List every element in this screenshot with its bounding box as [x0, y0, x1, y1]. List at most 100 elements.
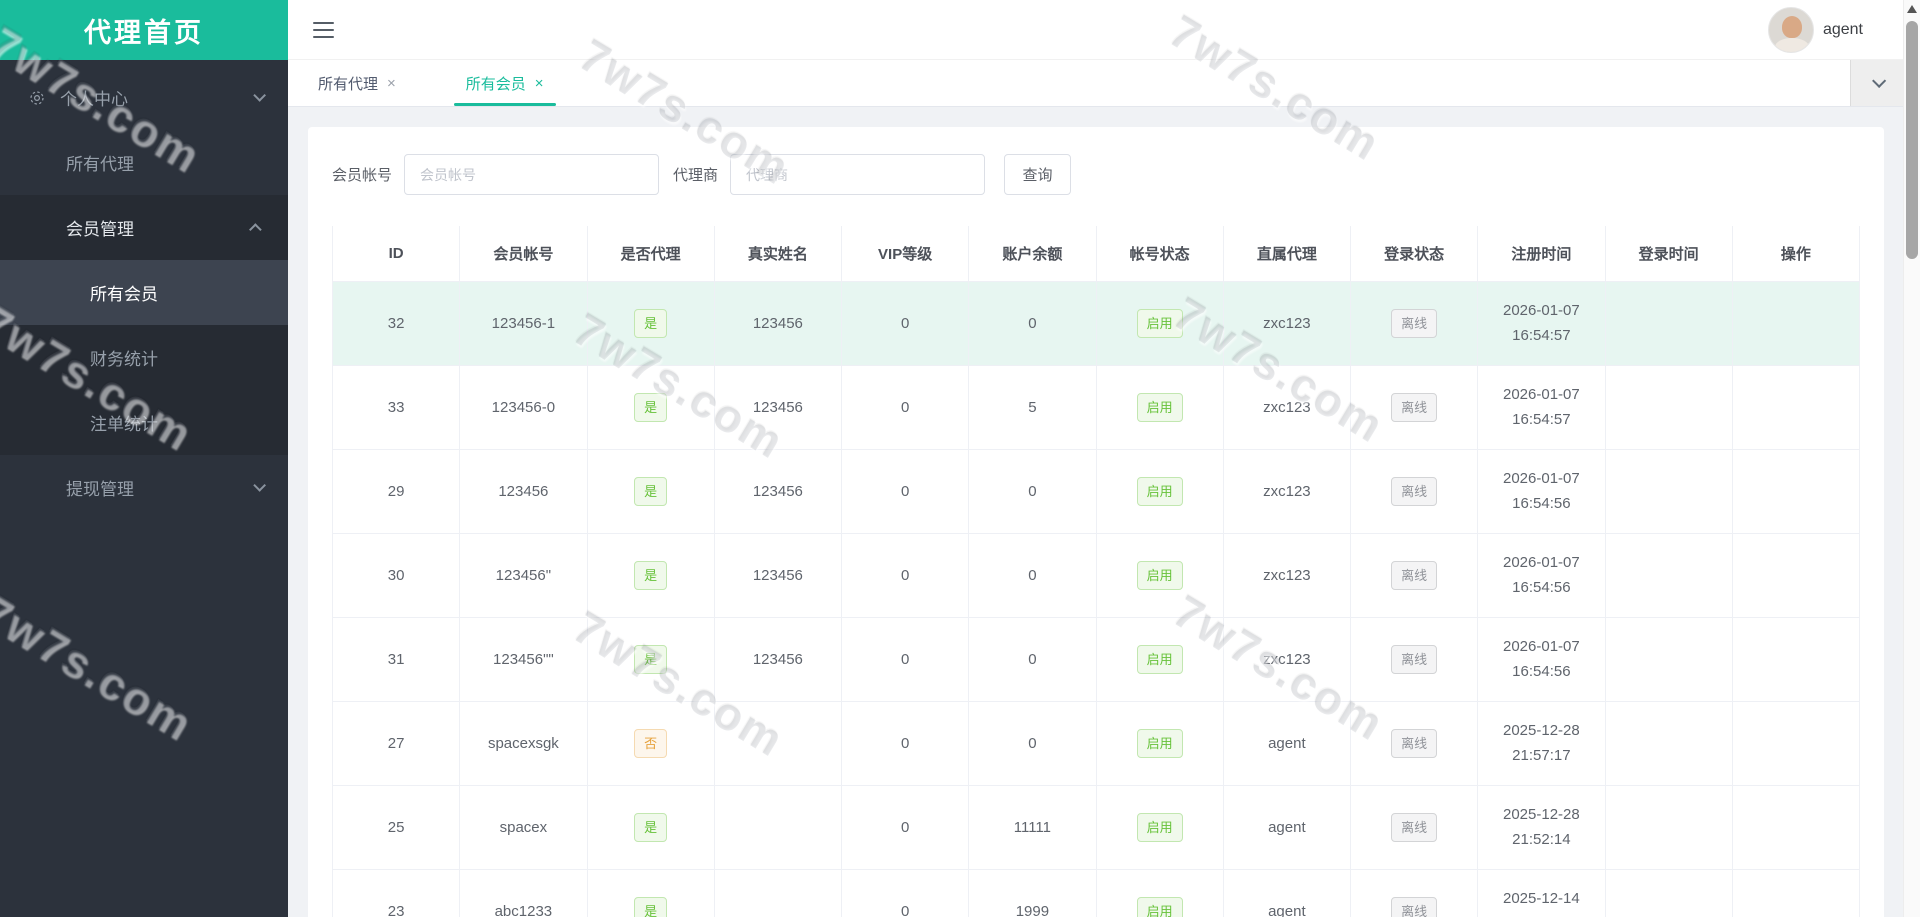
table-cell: 2026-01-07 16:54:56 — [1477, 449, 1606, 534]
table-cell: 0 — [840, 533, 970, 618]
username: agent — [1822, 21, 1863, 38]
table-cell: spacex — [459, 785, 588, 870]
member-account-input[interactable] — [404, 154, 660, 195]
table-cell: 123456 — [459, 449, 588, 534]
table-cell: 启用 — [1095, 533, 1224, 618]
tab-overflow-button[interactable] — [1850, 60, 1903, 106]
table-cell: 是 — [586, 281, 715, 366]
table-cell — [1604, 617, 1733, 702]
table-cell — [1604, 281, 1733, 366]
chevron-down-icon — [1872, 73, 1887, 88]
table-cell: 启用 — [1095, 785, 1224, 870]
table-cell: 123456 — [713, 365, 843, 450]
table-cell — [713, 785, 843, 870]
topbar: agent — [288, 0, 1903, 60]
status-badge: 是 — [634, 560, 668, 590]
table-cell: agent — [1222, 785, 1352, 870]
tab-all-agents[interactable]: 所有代理 × — [306, 60, 408, 106]
table-cell: 否 — [586, 701, 715, 786]
table-cell — [1604, 785, 1733, 870]
table-row[interactable]: 30 123456" 是 123456 0 0 启用 zxc123 离线 2026-01-07 16… — [331, 533, 1861, 618]
table-cell: zxc123 — [1222, 281, 1352, 366]
user-menu[interactable]: agent — [1767, 7, 1863, 53]
status-badge: 离线 — [1391, 476, 1438, 506]
close-icon[interactable]: × — [387, 75, 396, 92]
table-cell: 0 — [968, 701, 1097, 786]
table-row[interactable]: 33 123456-0 是 123456 0 5 启用 zxc123 离线 2026-01-07 1… — [331, 365, 1861, 450]
sidebar-item-label: 注单统计 — [90, 415, 158, 434]
status-badge: 离线 — [1391, 728, 1438, 758]
table-row[interactable]: 29 123456 是 123456 0 0 启用 zxc123 离线 2026-01-07 16:… — [331, 449, 1861, 534]
table-cell: zxc123 — [1222, 617, 1352, 702]
status-badge: 离线 — [1391, 308, 1438, 338]
hamburger-menu-icon[interactable] — [313, 22, 334, 38]
table-cell: 23 — [331, 869, 461, 917]
status-badge: 否 — [634, 728, 668, 758]
table-row[interactable]: 32 123456-1 是 123456 0 0 启用 zxc123 离线 2026-01-07 1… — [331, 281, 1861, 366]
table-cell: agent — [1222, 869, 1352, 917]
tab-all-members[interactable]: 所有会员 × — [453, 60, 556, 106]
table-cell: 0 — [968, 449, 1097, 534]
table-row[interactable]: 31 123456"" 是 123456 0 0 启用 zxc123 离线 2026-01-07 1… — [331, 617, 1861, 702]
table-cell — [1604, 869, 1733, 917]
table-cell: 0 — [840, 281, 970, 366]
table-cell: 是 — [586, 869, 715, 917]
table-cell: 0 — [840, 701, 970, 786]
tab-label: 所有会员 — [465, 75, 526, 93]
sidebar-item-bet-stats[interactable]: 注单统计 — [0, 390, 288, 455]
table-cell: 0 — [968, 617, 1097, 702]
column-header: 真实姓名 — [713, 226, 843, 282]
table-cell: 11111 — [968, 785, 1097, 870]
tab-list: 所有代理 × 所有会员 × — [306, 60, 556, 106]
status-badge: 离线 — [1391, 812, 1438, 842]
sidebar-item-label: 财务统计 — [90, 350, 158, 369]
status-badge: 是 — [634, 476, 668, 506]
table-cell: 5 — [968, 365, 1097, 450]
table-cell: agent — [1222, 701, 1352, 786]
table-cell: 0 — [968, 533, 1097, 618]
column-header: 直属代理 — [1222, 226, 1352, 282]
status-badge: 是 — [634, 308, 668, 338]
sidebar-item-finance-stats[interactable]: 财务统计 — [0, 325, 288, 390]
table-cell: 2026-01-07 16:54:57 — [1477, 281, 1606, 366]
table-cell: 29 — [331, 449, 461, 534]
scroll-up-arrow-icon[interactable] — [1907, 5, 1917, 13]
vertical-scrollbar[interactable] — [1903, 0, 1920, 917]
column-header: VIP等级 — [840, 226, 970, 282]
members-panel: 会员帐号 代理商 查询 ID会员帐号是否代理真实姓名VIP等级账户余额帐号状态直… — [308, 127, 1884, 917]
status-badge: 离线 — [1391, 896, 1438, 917]
sidebar-item-member-management[interactable]: 会员管理 — [0, 195, 288, 260]
status-badge: 启用 — [1136, 728, 1183, 758]
status-badge: 启用 — [1136, 896, 1183, 917]
status-badge: 启用 — [1136, 644, 1183, 674]
table-cell — [1731, 365, 1861, 450]
sidebar-item-personal-center[interactable]: 个人中心 — [0, 65, 288, 130]
table-cell — [713, 701, 843, 786]
close-icon[interactable]: × — [535, 75, 544, 92]
table-cell: 32 — [331, 281, 461, 366]
status-badge: 是 — [634, 812, 668, 842]
sidebar-item-withdrawal-management[interactable]: 提现管理 — [0, 455, 288, 520]
table-cell: 27 — [331, 701, 461, 786]
column-header: 注册时间 — [1477, 226, 1606, 282]
sidebar-nav: 个人中心 所有代理 会员管理 所有会员财务统计注单统计提现管理 — [0, 60, 288, 520]
agent-input[interactable] — [730, 154, 986, 195]
query-button[interactable]: 查询 — [1004, 154, 1072, 195]
table-cell: 123456-1 — [459, 281, 588, 366]
table-row[interactable]: 27 spacexsgk 否 0 0 启用 agent 离线 2025-12-28 21:57:1… — [331, 701, 1861, 786]
gear-icon — [28, 89, 46, 107]
table-row[interactable]: 23abc1233 是 01999 启用 agent 离线 2025-12-1416:57:… — [331, 869, 1861, 917]
scrollbar-thumb[interactable] — [1906, 21, 1918, 259]
members-table: ID 会员帐号 是否代理 真实姓名 VIP等级 账户余额 帐号状态 直属代理 登录状态 注册时间登… — [331, 226, 1861, 917]
sidebar-item-all-agents[interactable]: 所有代理 — [0, 130, 288, 195]
sidebar-item-all-members[interactable]: 所有会员 — [0, 260, 288, 325]
table-cell: 是 — [586, 449, 715, 534]
table-cell: 2025-12-28 21:57:17 — [1477, 701, 1606, 786]
search-form: 会员帐号 代理商 查询 — [332, 154, 1860, 195]
table-cell: 123456" — [459, 533, 588, 618]
table-cell: 0 — [840, 785, 970, 870]
table-cell: 是 — [586, 785, 715, 870]
table-header-row: ID 会员帐号 是否代理 真实姓名 VIP等级 账户余额 帐号状态 直属代理 登录状态 注册时间登… — [331, 226, 1861, 282]
table-row[interactable]: 25 spacex 是 0 11111 启用 agent 离线 2025-12-28 21:52:… — [331, 785, 1861, 870]
tab-bar: 所有代理 × 所有会员 × — [288, 60, 1903, 107]
